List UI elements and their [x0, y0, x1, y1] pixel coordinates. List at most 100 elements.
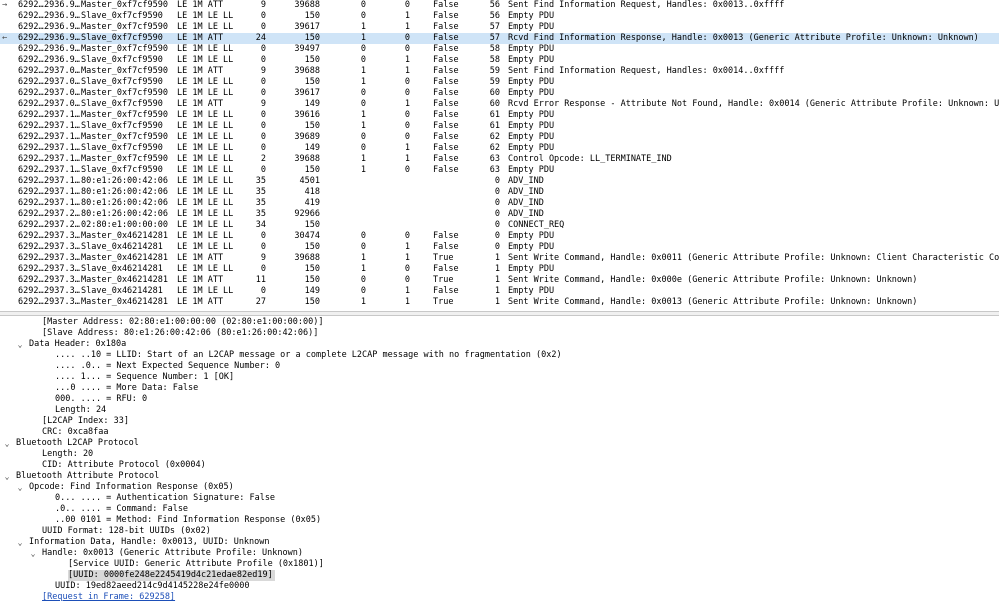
- packet-row[interactable]: 6292… 2937.0… Slave_0xf7cf9590 LE 1M ATT 9 14…: [0, 99, 999, 110]
- cell-length: 27: [255, 297, 266, 307]
- packet-row[interactable]: 6292… 2937.0… Master_0xf7cf9590 LE 1M LE LL…: [0, 88, 999, 99]
- detail-tree-item[interactable]: Handle: 0x0013 (Generic Attribute Profil…: [42, 548, 303, 559]
- packet-row[interactable]: 6292… 2937.1… Master_0xf7cf9590 LE 1M LE LL…: [0, 110, 999, 121]
- cell-info-number: 62: [489, 143, 500, 153]
- cell-info-number: 58: [489, 44, 500, 54]
- detail-tree-item[interactable]: [Master Address: 02:80:e1:00:00:00 (02:8…: [42, 317, 323, 328]
- packet-row[interactable]: 6292… 2937.3… Slave_0x46214281 LE 1M LE LL 0…: [0, 286, 999, 297]
- detail-tree-item[interactable]: Information Data, Handle: 0x0013, UUID: …: [29, 537, 270, 548]
- detail-tree-item[interactable]: [UUID: 0000fe248e2245419d4c21edae82ed19]: [68, 570, 275, 581]
- packet-row[interactable]: 6292… 2937.0… Slave_0xf7cf9590 LE 1M LE LL 0…: [0, 77, 999, 88]
- packet-row[interactable]: 6292… 2937.3… Master_0x46214281 LE 1M LE LL…: [0, 231, 999, 242]
- packet-row[interactable]: 6292… 2937.3… Master_0x46214281 LE 1M ATT 11…: [0, 275, 999, 286]
- cell-length: 2: [260, 154, 266, 164]
- detail-tree-item[interactable]: .0.. .... = Command: False: [55, 504, 188, 515]
- packet-row[interactable]: 6292… 2937.1… Slave_0xf7cf9590 LE 1M LE LL 0…: [0, 143, 999, 154]
- cell-info: ADV_IND: [508, 187, 544, 197]
- expand-chevron-icon[interactable]: ⌄: [29, 548, 37, 559]
- packet-row[interactable]: 6292… 2937.2… 02:80:e1:00:00:00 LE 1M LE LL…: [0, 220, 999, 231]
- cell-source: Slave_0xf7cf9590: [81, 143, 163, 153]
- cell-number: 6292…: [18, 22, 44, 32]
- cell-number: 6292…: [18, 231, 44, 241]
- expand-chevron-icon[interactable]: ⌄: [16, 482, 24, 493]
- packet-row[interactable]: → 6292… 2936.9… Master_0xf7cf9590 LE 1M ATT 9…: [0, 0, 999, 11]
- detail-tree-item[interactable]: CRC: 0xca8faa: [42, 427, 109, 438]
- packet-row[interactable]: 6292… 2937.0… Master_0xf7cf9590 LE 1M ATT 9 3…: [0, 66, 999, 77]
- packet-row[interactable]: ← 6292… 2936.9… Slave_0xf7cf9590 LE 1M ATT 24…: [0, 33, 999, 44]
- cell-protocol: LE 1M LE LL: [177, 286, 234, 296]
- cell-time: 2936.9…: [44, 33, 80, 43]
- cell-nesn: 1: [404, 154, 410, 164]
- detail-tree-item[interactable]: Length: 20: [42, 449, 93, 460]
- detail-tree-item[interactable]: .... .0.. = Next Expected Sequence Numbe…: [55, 361, 280, 372]
- packet-row[interactable]: 6292… 2936.9… Master_0xf7cf9590 LE 1M LE LL…: [0, 22, 999, 33]
- cell-protocol: LE 1M LE LL: [177, 132, 234, 142]
- cell-source: Master_0x46214281: [81, 297, 168, 307]
- detail-tree-item[interactable]: [L2CAP Index: 33]: [42, 416, 129, 427]
- detail-tree-item[interactable]: Length: 24: [55, 405, 106, 416]
- packet-row[interactable]: 6292… 2936.9… Slave_0xf7cf9590 LE 1M LE LL 0…: [0, 11, 999, 22]
- detail-tree-item[interactable]: .... 1... = Sequence Number: 1 [OK]: [55, 372, 234, 383]
- cell-protocol: LE 1M LE LL: [177, 88, 234, 98]
- packet-row[interactable]: 6292… 2936.9… Master_0xf7cf9590 LE 1M LE LL…: [0, 44, 999, 55]
- cell-source: Slave_0xf7cf9590: [81, 77, 163, 87]
- packet-row[interactable]: 6292… 2937.3… Master_0x46214281 LE 1M ATT 27…: [0, 297, 999, 308]
- expand-chevron-icon[interactable]: ⌄: [3, 438, 11, 449]
- detail-tree-item[interactable]: Data Header: 0x180a: [29, 339, 126, 350]
- cell-access-address: 92966: [294, 209, 320, 219]
- cell-info-number: 1: [494, 275, 500, 285]
- packet-row[interactable]: 6292… 2936.9… Slave_0xf7cf9590 LE 1M LE LL 0…: [0, 55, 999, 66]
- cell-more-data: False: [433, 55, 459, 65]
- detail-tree-item[interactable]: 0... .... = Authentication Signature: Fa…: [55, 493, 275, 504]
- cell-access-address: 150: [304, 275, 320, 285]
- cell-info-number: 63: [489, 154, 500, 164]
- packet-row[interactable]: 6292… 2937.1… Master_0xf7cf9590 LE 1M LE LL…: [0, 132, 999, 143]
- detail-tree-item[interactable]: Opcode: Find Information Response (0x05): [29, 482, 234, 493]
- packet-row[interactable]: 6292… 2937.3… Slave_0x46214281 LE 1M LE LL 0…: [0, 242, 999, 253]
- detail-tree-item[interactable]: [Service UUID: Generic Attribute Profile…: [68, 559, 324, 570]
- packet-row[interactable]: 6292… 2937.1… 80:e1:26:00:42:06 LE 1M LE LL…: [0, 176, 999, 187]
- request-frame-link[interactable]: [Request in Frame: 629258]: [42, 592, 175, 603]
- packet-row[interactable]: 6292… 2937.1… 80:e1:26:00:42:06 LE 1M LE LL…: [0, 187, 999, 198]
- packet-row[interactable]: 6292… 2937.3… Slave_0x46214281 LE 1M LE LL 0…: [0, 264, 999, 275]
- expand-chevron-icon[interactable]: ⌄: [16, 339, 24, 350]
- packet-row[interactable]: 6292… 2937.2… 80:e1:26:00:42:06 LE 1M LE LL…: [0, 209, 999, 220]
- expand-chevron-icon[interactable]: ⌄: [3, 471, 11, 482]
- packet-list[interactable]: → 6292… 2936.9… Master_0xf7cf9590 LE 1M ATT 9…: [0, 0, 999, 311]
- detail-tree-item[interactable]: UUID: 19ed82aeed214c9d4145228e24fe0000: [55, 581, 249, 592]
- detail-tree-item[interactable]: CID: Attribute Protocol (0x0004): [42, 460, 206, 471]
- packet-details-tree[interactable]: [Master Address: 02:80:e1:00:00:00 (02:8…: [0, 316, 999, 606]
- cell-nesn: 1: [404, 11, 410, 21]
- cell-info-number: 63: [489, 165, 500, 175]
- cell-nesn: 1: [404, 22, 410, 32]
- detail-tree-item[interactable]: Bluetooth Attribute Protocol: [16, 471, 159, 482]
- cell-info-number: 59: [489, 77, 500, 87]
- cell-nesn: 0: [404, 165, 410, 175]
- cell-access-address: 39497: [294, 44, 320, 54]
- frame-arrow-icon: →: [2, 0, 8, 10]
- detail-tree-item[interactable]: ..00 0101 = Method: Find Information Res…: [55, 515, 321, 526]
- detail-tree-item[interactable]: UUID Format: 128-bit UUIDs (0x02): [42, 526, 211, 537]
- packet-row[interactable]: 6292… 2937.3… Master_0x46214281 LE 1M ATT 9 3…: [0, 253, 999, 264]
- cell-info: Empty PDU: [508, 242, 555, 252]
- detail-tree-item[interactable]: 000. .... = RFU: 0: [55, 394, 147, 405]
- cell-source: Master_0x46214281: [81, 253, 168, 263]
- detail-tree-item[interactable]: [Slave Address: 80:e1:26:00:42:06 (80:e1…: [42, 328, 318, 339]
- expand-chevron-icon[interactable]: ⌄: [16, 537, 24, 548]
- cell-protocol: LE 1M LE LL: [177, 44, 234, 54]
- cell-more-data: False: [433, 0, 459, 10]
- cell-number: 6292…: [18, 209, 44, 219]
- packet-row[interactable]: 6292… 2937.1… Master_0xf7cf9590 LE 1M LE LL…: [0, 154, 999, 165]
- cell-source: Master_0xf7cf9590: [81, 44, 168, 54]
- cell-sn: 0: [360, 44, 366, 54]
- cell-protocol: LE 1M ATT: [177, 33, 224, 43]
- cell-info-number: 1: [494, 286, 500, 296]
- detail-tree-item[interactable]: Bluetooth L2CAP Protocol: [16, 438, 139, 449]
- detail-tree-item[interactable]: .... ..10 = LLID: Start of an L2CAP mess…: [55, 350, 562, 361]
- packet-row[interactable]: 6292… 2937.1… 80:e1:26:00:42:06 LE 1M LE LL…: [0, 198, 999, 209]
- packet-row[interactable]: 6292… 2937.1… Slave_0xf7cf9590 LE 1M LE LL 0…: [0, 121, 999, 132]
- packet-row[interactable]: 6292… 2937.1… Slave_0xf7cf9590 LE 1M LE LL 0…: [0, 165, 999, 176]
- cell-source: Master_0xf7cf9590: [81, 66, 168, 76]
- cell-info: Empty PDU: [508, 88, 555, 98]
- detail-tree-item[interactable]: ...0 .... = More Data: False: [55, 383, 198, 394]
